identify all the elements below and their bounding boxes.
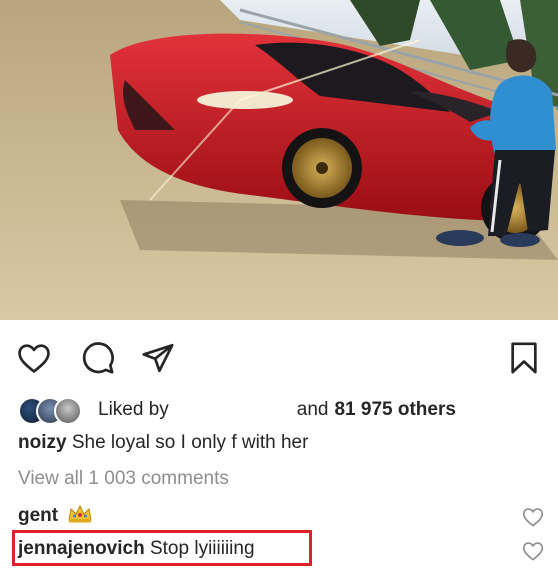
post-photo[interactable] — [0, 0, 558, 320]
comment-bubble-icon — [82, 342, 114, 374]
comment-username[interactable]: gent — [18, 505, 58, 526]
post-caption: noizy She loyal so I only f with her — [18, 432, 308, 454]
post-actions — [0, 330, 558, 380]
share-button[interactable] — [138, 338, 178, 378]
comment-text: Stop lyiiiiiing — [149, 538, 255, 559]
liker-avatars[interactable] — [18, 397, 92, 425]
comment-username[interactable]: jennajenovich — [18, 538, 145, 559]
save-button[interactable] — [504, 338, 544, 378]
comment-like-button[interactable] — [522, 541, 544, 561]
like-button[interactable] — [14, 338, 54, 378]
others-count-link[interactable]: 81 975 others — [334, 399, 455, 421]
bookmark-icon — [511, 342, 537, 374]
paper-plane-icon — [142, 343, 174, 373]
post-photo-illustration — [0, 0, 558, 320]
heart-icon — [522, 542, 544, 561]
comment-row: gent — [18, 504, 93, 530]
caption-text: She loyal so I only f with her — [71, 432, 309, 453]
comment-button[interactable] — [78, 338, 118, 378]
crown-emoji-icon — [67, 504, 93, 530]
others-prefix: and — [296, 399, 329, 420]
liked-by-label: Liked by — [98, 399, 169, 420]
heart-icon — [18, 344, 50, 373]
heart-icon — [522, 508, 544, 527]
view-all-comments-link[interactable]: View all 1 003 comments — [18, 468, 229, 490]
likes-summary: Liked by and 81 975 others — [18, 395, 548, 425]
caption-username[interactable]: noizy — [18, 432, 67, 453]
comment-like-button[interactable] — [522, 507, 544, 527]
comment-row: jennajenovich Stop lyiiiiiing — [18, 538, 255, 560]
avatar — [54, 397, 82, 425]
